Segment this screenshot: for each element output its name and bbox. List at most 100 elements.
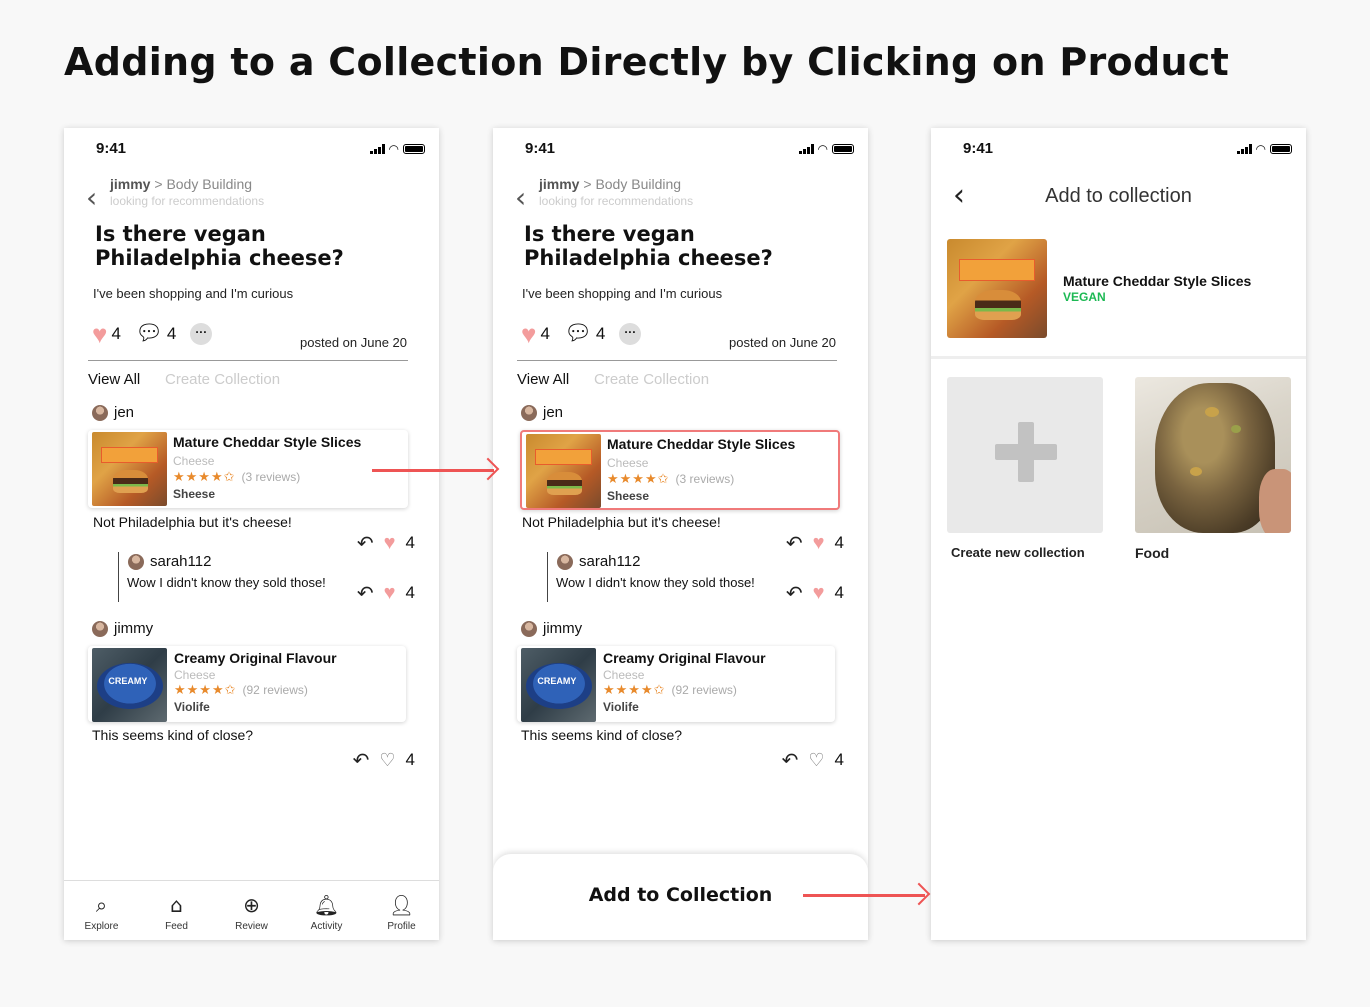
reply-icon[interactable]: ↶: [782, 748, 799, 772]
posted-date: posted on June 20: [729, 335, 836, 350]
comment-count: 4: [166, 323, 177, 343]
product-brand: Violife: [174, 700, 210, 714]
product-card-selected[interactable]: Mature Cheddar Style Slices Cheese ★★★★✩…: [520, 430, 840, 510]
collection-tile-food[interactable]: [1135, 377, 1291, 533]
create-new-collection-tile[interactable]: [947, 377, 1103, 533]
phone-screen-post: 9:41 ◠ ‹ jimmy > Body Building looking f…: [64, 128, 439, 940]
breadcrumb-author: jimmy: [110, 176, 151, 192]
back-chevron-icon[interactable]: ‹: [86, 181, 97, 214]
bell-icon: 🔔︎: [313, 893, 340, 917]
heart-icon[interactable]: ♥: [813, 583, 825, 603]
tab-create-collection[interactable]: Create Collection: [165, 371, 280, 388]
reply-actions: ↶ ♥ 4: [786, 581, 844, 605]
post-actions: ♥ 4 💬︎ 4 ···: [92, 321, 213, 347]
product-card[interactable]: CREAMY Creamy Original Flavour Cheese ★★…: [88, 646, 406, 722]
status-time: 9:41: [525, 140, 556, 157]
like-count: 4: [405, 750, 415, 769]
reply-icon[interactable]: ↶: [357, 531, 374, 555]
heart-icon[interactable]: ♥: [92, 321, 107, 347]
product-rating: ★★★★✩ (92 reviews): [174, 682, 308, 698]
post-title: Is there vegan Philadelphia cheese?: [524, 222, 773, 270]
product-category: Cheese: [603, 668, 645, 682]
breadcrumb-category: Body Building: [595, 176, 682, 192]
post-body: I've been shopping and I'm curious: [522, 286, 723, 301]
thread-line: [547, 552, 548, 602]
thread-user[interactable]: jimmy: [521, 620, 582, 637]
reply-user[interactable]: sarah112: [557, 553, 640, 570]
tab-activity[interactable]: 🔔︎ Activity: [297, 895, 357, 932]
reply-icon[interactable]: ↶: [357, 581, 374, 605]
reply-user[interactable]: sarah112: [128, 553, 211, 570]
star-icons: ★★★★✩: [173, 469, 236, 484]
tab-label: Feed: [165, 921, 188, 932]
product-brand: Violife: [603, 700, 639, 714]
create-new-collection-label[interactable]: Create new collection: [951, 545, 1085, 560]
thread-user[interactable]: jen: [92, 404, 134, 421]
username: jen: [114, 404, 135, 421]
comment-icon[interactable]: 💬︎: [564, 321, 592, 346]
divider: [517, 360, 837, 361]
product-category: Cheese: [173, 454, 215, 468]
status-icons: ◠: [1236, 142, 1292, 156]
heart-icon[interactable]: ♥: [521, 321, 536, 347]
tab-review[interactable]: ⊕ Review: [222, 895, 282, 932]
tab-view-all[interactable]: View All: [88, 371, 140, 388]
flow-arrow: [372, 469, 494, 472]
back-chevron-icon[interactable]: ‹: [515, 181, 526, 214]
thread-line: [118, 552, 119, 602]
tab-explore[interactable]: ⌕ Explore: [72, 895, 132, 932]
thread-user[interactable]: jen: [521, 404, 563, 421]
tab-profile[interactable]: 👤︎ Profile: [372, 895, 432, 932]
reply-text: Wow I didn't know they sold those!: [556, 575, 755, 590]
signal-icon: [798, 144, 814, 154]
product-name: Mature Cheddar Style Slices: [173, 434, 362, 450]
breadcrumb[interactable]: jimmy > Body Building: [110, 176, 252, 192]
page-title: Adding to a Collection Directly by Click…: [64, 40, 1230, 84]
comment-icon[interactable]: 💬︎: [135, 321, 163, 346]
plus-icon-bar: [995, 444, 1057, 460]
tab-label: Profile: [387, 921, 416, 932]
post-body: I've been shopping and I'm curious: [93, 286, 294, 301]
battery-icon: [832, 144, 854, 154]
more-icon[interactable]: ···: [190, 322, 213, 345]
star-icons: ★★★★✩: [174, 682, 237, 697]
avatar: [521, 404, 537, 421]
battery-icon: [403, 144, 425, 154]
review-count: (3 reviews): [241, 470, 301, 484]
review-count: (92 reviews): [671, 683, 737, 697]
tab-bar: ⌕ Explore ⌂ Feed ⊕ Review 🔔︎ Activity 👤︎ Prof…: [64, 880, 439, 940]
tab-feed[interactable]: ⌂ Feed: [147, 895, 207, 932]
home-icon: ⌂: [170, 893, 183, 917]
like-count: 4: [405, 583, 415, 602]
heart-outline-icon[interactable]: ♡: [379, 751, 395, 769]
collection-label-food[interactable]: Food: [1135, 545, 1169, 561]
product-image: [947, 239, 1047, 338]
breadcrumb-separator: >: [583, 176, 592, 192]
battery-icon: [1270, 144, 1292, 154]
heart-icon[interactable]: ♥: [384, 583, 396, 603]
product-card[interactable]: Mature Cheddar Style Slices Cheese ★★★★✩…: [88, 430, 408, 508]
product-card[interactable]: CREAMY Creamy Original Flavour Cheese ★★…: [517, 646, 835, 722]
more-icon[interactable]: ···: [619, 322, 642, 345]
breadcrumb[interactable]: jimmy > Body Building: [539, 176, 681, 192]
product-brand: Sheese: [173, 487, 216, 501]
reply-icon[interactable]: ↶: [786, 581, 803, 605]
thread-user[interactable]: jimmy: [92, 620, 153, 637]
review-count: (3 reviews): [675, 472, 735, 486]
comment-count: 4: [595, 323, 606, 343]
post-actions: ♥ 4 💬︎ 4 ···: [521, 321, 642, 347]
reply-icon[interactable]: ↶: [786, 531, 803, 555]
posted-date: posted on June 20: [300, 335, 407, 350]
heart-icon[interactable]: ♥: [813, 533, 825, 553]
tab-view-all[interactable]: View All: [517, 371, 569, 388]
product-name: Creamy Original Flavour: [174, 650, 337, 666]
product-image: CREAMY: [92, 648, 167, 722]
status-time: 9:41: [963, 140, 994, 157]
tab-create-collection[interactable]: Create Collection: [594, 371, 709, 388]
product-rating: ★★★★✩ (92 reviews): [603, 682, 737, 698]
section-divider: [931, 356, 1306, 359]
heart-outline-icon[interactable]: ♡: [808, 751, 824, 769]
heart-icon[interactable]: ♥: [384, 533, 396, 553]
product-name: Mature Cheddar Style Slices: [1063, 273, 1252, 289]
reply-icon[interactable]: ↶: [353, 748, 370, 772]
